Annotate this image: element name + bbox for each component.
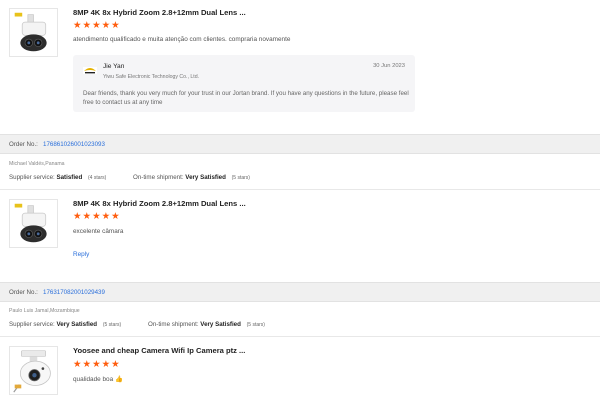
seller-message: Dear friends, thank you very much for yo… — [83, 90, 409, 106]
buyer-name: Michael Valdés,Panama — [9, 161, 65, 167]
shipment-stars: (5 stars) — [246, 322, 265, 328]
supplier-service-value: Very Satisfied — [56, 321, 98, 328]
order-number-link[interactable]: 176317082001029439 — [43, 289, 105, 296]
divider — [0, 189, 600, 190]
star-icon: ★ — [111, 20, 120, 31]
reply-date: 30 Jun 2023 — [373, 63, 405, 69]
star-icon: ★ — [73, 359, 82, 370]
review-comment: excelente câmara — [73, 228, 124, 235]
star-icon: ★ — [92, 359, 101, 370]
supplier-service-stars: (4 stars) — [88, 175, 107, 181]
shipment-value: Very Satisfied — [200, 321, 241, 328]
review-item: Paulo Luis Jamal,Mozambique Supplier ser… — [0, 302, 600, 400]
divider — [0, 336, 600, 337]
supplier-service-stars: (5 stars) — [102, 322, 122, 328]
seller-company: Yiwu Safe Electronic Technology Co., Ltd… — [103, 74, 200, 80]
star-icon: ★ — [111, 359, 120, 370]
order-label: Order No.: — [9, 289, 38, 296]
product-thumbnail[interactable] — [9, 346, 58, 395]
supplier-rating: Supplier service: Very Satisfied (5 star… — [9, 321, 121, 328]
dual-lens-camera-image — [10, 200, 57, 247]
review-item: Michael Valdés,Panama Supplier service: … — [0, 154, 600, 270]
star-icon: ★ — [101, 20, 111, 31]
reply-button[interactable]: Reply — [73, 251, 89, 258]
product-title[interactable]: Yoosee and cheap Camera Wifi Ip Camera p… — [73, 346, 245, 355]
order-bar: Order No.: 176317082001029439 — [0, 282, 600, 302]
ptz-camera-image — [10, 347, 57, 394]
star-icon: ★ — [73, 20, 82, 31]
star-icon: ★ — [82, 211, 92, 222]
star-icon: ★ — [82, 359, 92, 370]
review-comment: qualidade boa 👍 — [73, 375, 123, 383]
shipment-rating: On-time shipment: Very Satisfied (5 star… — [148, 321, 265, 328]
product-title[interactable]: 8MP 4K 8x Hybrid Zoom 2.8+12mm Dual Lens… — [73, 199, 246, 208]
star-icon: ★ — [92, 20, 101, 31]
star-icon: ★ — [111, 211, 120, 222]
order-bar: Order No.: 176861026001023093 — [0, 134, 600, 154]
star-rating: ★ ★ ★ ★ ★ — [73, 21, 120, 31]
supplier-service-value: Satisfied — [56, 174, 83, 181]
jortan-logo — [83, 67, 97, 74]
shipment-label: On-time shipment: — [133, 174, 184, 181]
shipment-stars: (5 stars) — [231, 175, 250, 181]
supplier-service-label: Supplier service: — [9, 174, 55, 181]
seller-reply: Jie Yan Yiwu Safe Electronic Technology … — [73, 55, 415, 112]
star-rating: ★ ★ ★ ★ ★ — [73, 360, 120, 370]
seller-name: Jie Yan — [103, 63, 125, 70]
star-icon: ★ — [92, 211, 101, 222]
thumbs-up-icon: 👍 — [114, 376, 123, 383]
review-comment: atendimento qualificado e muita atenção … — [73, 36, 291, 43]
order-number-link[interactable]: 176861026001023093 — [43, 141, 105, 148]
star-icon: ★ — [73, 211, 82, 222]
product-thumbnail[interactable] — [9, 199, 58, 248]
review-item: 8MP 4K 8x Hybrid Zoom 2.8+12mm Dual Lens… — [0, 0, 600, 128]
buyer-name: Paulo Luis Jamal,Mozambique — [9, 308, 80, 314]
star-icon: ★ — [101, 359, 111, 370]
supplier-service-label: Supplier service: — [9, 321, 55, 328]
product-title[interactable]: 8MP 4K 8x Hybrid Zoom 2.8+12mm Dual Lens… — [73, 8, 246, 17]
review-comment-text: qualidade boa — [73, 376, 114, 383]
star-icon: ★ — [82, 20, 92, 31]
supplier-rating: Supplier service: Satisfied (4 stars) — [9, 174, 106, 181]
shipment-value: Very Satisfied — [185, 174, 226, 181]
shipment-rating: On-time shipment: Very Satisfied (5 star… — [133, 174, 250, 181]
dual-lens-camera-image — [10, 9, 57, 56]
order-label: Order No.: — [9, 141, 38, 148]
product-thumbnail[interactable] — [9, 8, 58, 57]
star-rating: ★ ★ ★ ★ ★ — [73, 212, 120, 222]
star-icon: ★ — [101, 211, 111, 222]
shipment-label: On-time shipment: — [148, 321, 199, 328]
